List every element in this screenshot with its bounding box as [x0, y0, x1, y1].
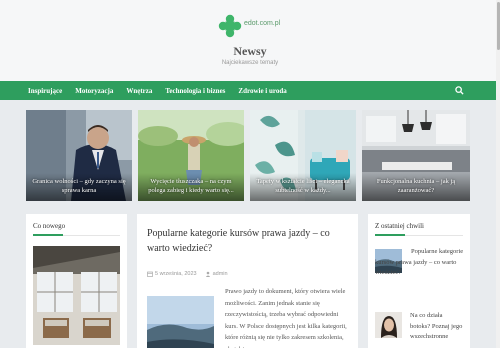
widget-title: Z ostatniej chwili: [375, 222, 424, 230]
featured-post-4[interactable]: Funkcjonalna kuchnia – jak ją zaaranżowa…: [362, 110, 470, 201]
featured-post-3[interactable]: Tapety w kształcie liści – elegancka sub…: [250, 110, 356, 201]
latest-post-image[interactable]: [33, 246, 120, 345]
nav-item-wnetrza[interactable]: Wnętrza: [126, 87, 152, 95]
recent-post-title-1[interactable]: Popularne kategorie kursów prawa jazdy –…: [375, 247, 465, 279]
article-card: Popularne kategorie kursów prawa jazdy –…: [137, 214, 358, 348]
featured-post-1[interactable]: Granica wolności – gdy zaczyna się spraw…: [26, 110, 132, 201]
search-icon[interactable]: [455, 86, 464, 95]
featured-caption-3[interactable]: Tapety w kształcie liści – elegancka sub…: [250, 177, 356, 195]
article-image[interactable]: [147, 296, 214, 348]
article-title[interactable]: Popularne kategorie kursów prawa jazdy –…: [147, 226, 349, 256]
nav-item-technologia[interactable]: Technologia i biznes: [165, 87, 225, 95]
widget-divider-accent: [375, 234, 405, 236]
featured-caption-1[interactable]: Granica wolności – gdy zaczyna się spraw…: [26, 177, 132, 195]
article-date[interactable]: 5 września, 2023: [155, 271, 197, 277]
page-scrollbar[interactable]: [496, 0, 500, 348]
widget-divider-accent: [33, 234, 63, 236]
scrollbar-thumb[interactable]: [496, 2, 500, 50]
recent-post-thumb-2[interactable]: [375, 312, 402, 338]
nav-item-motoryzacja[interactable]: Motoryzacja: [75, 87, 113, 95]
featured-caption-2[interactable]: Wycięcie tłuszczaka – na czym polega zab…: [138, 177, 244, 195]
main-nav: Inspirujące Motoryzacja Wnętrza Technolo…: [0, 81, 500, 100]
article-author[interactable]: admin: [213, 271, 228, 277]
nav-item-zdrowie[interactable]: Zdrowie i uroda: [238, 87, 286, 95]
featured-post-2[interactable]: Wycięcie tłuszczaka – na czym polega zab…: [138, 110, 244, 201]
user-icon: [205, 271, 210, 277]
recent-post-title-2[interactable]: Na co działa botoks? Poznaj jego wszechs…: [410, 311, 464, 343]
article-excerpt: Prawo jazdy to dokument, który otwiera w…: [225, 288, 347, 348]
left-widget: Co nowego: [26, 214, 127, 348]
widget-title: Co nowego: [33, 222, 66, 230]
nav-item-inspirujace[interactable]: Inspirujące: [28, 87, 62, 95]
featured-caption-4[interactable]: Funkcjonalna kuchnia – jak ją zaaranżowa…: [362, 177, 470, 195]
logo-text: edot.com.pl: [244, 19, 281, 27]
site-logo[interactable]: edot.com.pl: [218, 14, 280, 38]
site-tagline: Najciekawsze tematy: [221, 60, 279, 66]
calendar-icon: [147, 271, 153, 277]
site-header: edot.com.pl Newsy Najciekawsze tematy: [0, 0, 500, 81]
article-meta: 5 września, 2023 admin: [147, 271, 228, 277]
cross-logo-icon: [218, 14, 242, 38]
site-title[interactable]: Newsy: [0, 44, 500, 59]
right-widget: Z ostatniej chwili Popularne kategorie k…: [368, 214, 470, 348]
